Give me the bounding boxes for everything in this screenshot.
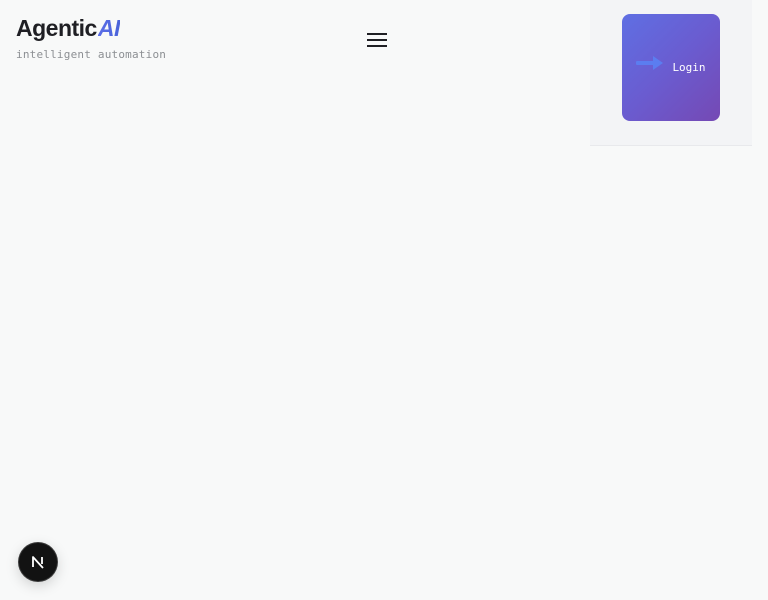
menu-button[interactable] [364, 29, 390, 51]
nextjs-dev-badge[interactable] [19, 543, 57, 581]
login-label: Login [672, 61, 706, 74]
auth-panel: Login [590, 0, 752, 146]
logo-accent-text: AI [97, 15, 121, 41]
brand[interactable]: Agentic AI intelligent automation [16, 14, 166, 61]
page: Agentic AI intelligent automation Login [0, 0, 768, 600]
hamburger-menu-icon [367, 33, 387, 47]
login-button[interactable]: Login [622, 14, 720, 121]
tagline: intelligent automation [16, 48, 167, 61]
logo-main-text: Agentic [16, 15, 97, 41]
nextjs-logo-icon [32, 556, 44, 569]
arrow-right-icon [636, 55, 664, 70]
logo[interactable]: Agentic AI [16, 14, 166, 42]
